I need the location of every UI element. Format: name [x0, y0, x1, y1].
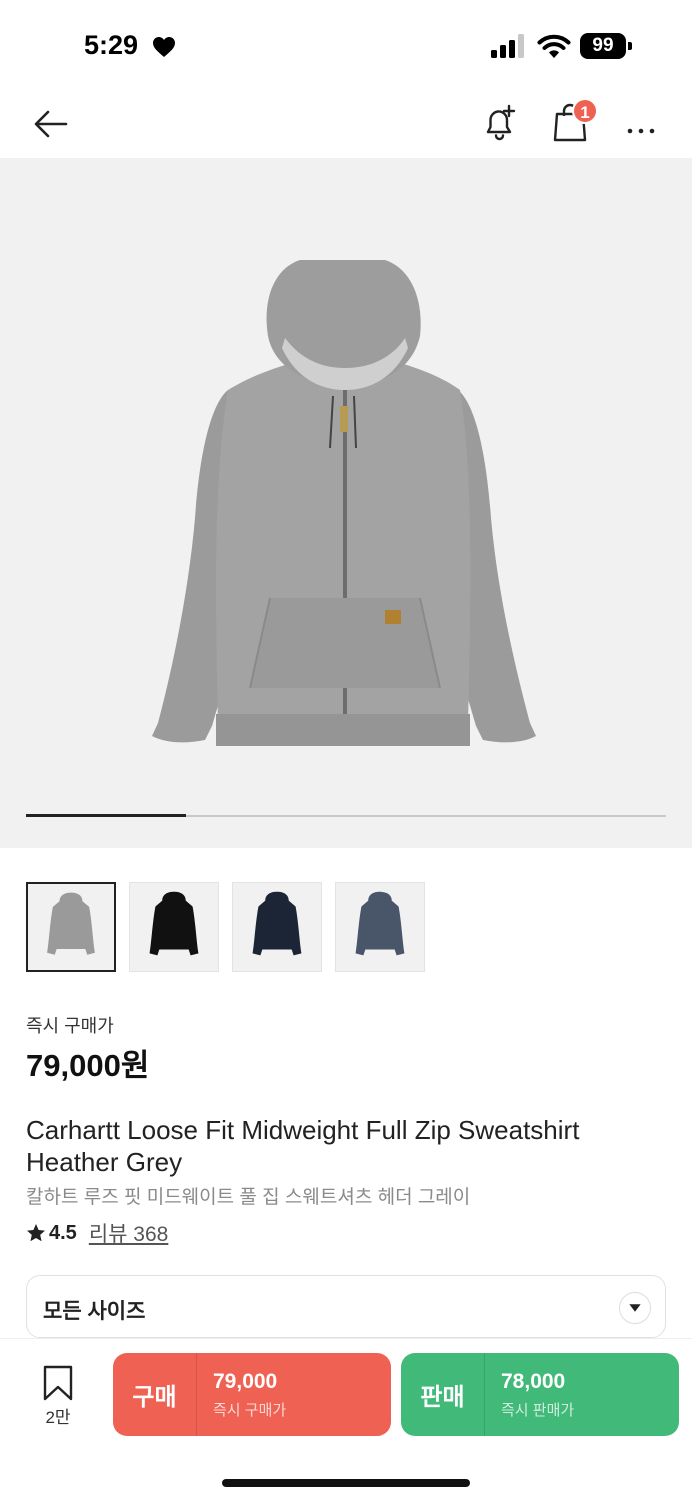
color-thumbnails — [26, 882, 425, 972]
bookmark-button[interactable]: 2만 — [38, 1365, 78, 1435]
gallery-progress-fill — [26, 814, 186, 817]
review-link[interactable]: 리뷰 368 — [89, 1218, 169, 1248]
cart-badge: 1 — [572, 98, 598, 124]
thumbnail-model-blue[interactable] — [335, 882, 425, 972]
bookmark-icon — [43, 1365, 73, 1401]
cart-button[interactable]: 1 — [550, 98, 598, 144]
hoodie-image — [152, 260, 536, 746]
battery-cap — [628, 42, 632, 50]
star-icon — [27, 1224, 45, 1242]
more-horizontal-icon[interactable] — [620, 102, 664, 146]
sell-label: 판매 — [420, 1384, 465, 1411]
battery-level: 99 — [580, 33, 626, 59]
size-select[interactable]: 모든 사이즈 — [26, 1275, 666, 1338]
thumbnail-heather-grey[interactable] — [26, 882, 116, 972]
back-arrow-icon[interactable] — [30, 102, 74, 146]
status-bar: 5:29 99 — [0, 0, 692, 92]
bell-plus-icon[interactable] — [478, 100, 522, 144]
price-label: 즉시 구매가 — [26, 1016, 114, 1036]
top-nav-bar: 1 — [0, 92, 692, 158]
buy-price: 79,000 — [213, 1370, 278, 1393]
rating-value: 4.5 — [49, 1221, 77, 1244]
rating-row: 4.5 리뷰 368 — [26, 1219, 168, 1247]
buy-label: 구매 — [132, 1384, 177, 1411]
bookmark-count: 2만 — [45, 1408, 71, 1427]
gallery-progress-track — [26, 814, 666, 817]
chevron-down-icon — [619, 1292, 651, 1324]
thumbnail-navy[interactable] — [232, 882, 322, 972]
buy-button[interactable]: 구매 79,000 즉시 구매가 — [113, 1353, 391, 1436]
home-indicator — [222, 1479, 470, 1487]
size-select-label: 모든 사이즈 — [43, 1300, 146, 1323]
signal-icon — [491, 34, 524, 58]
product-name-ko: 칼하트 루즈 핏 미드웨이트 풀 집 스웨트셔츠 헤더 그레이 — [26, 1187, 471, 1208]
product-image[interactable] — [0, 158, 692, 848]
battery-icon: 99 — [580, 33, 632, 59]
sell-price-label: 즉시 판매가 — [501, 1402, 575, 1419]
sell-price: 78,000 — [501, 1370, 566, 1393]
product-name-en: Carhartt Loose Fit Midweight Full Zip Sw… — [26, 1115, 580, 1177]
buy-divider — [196, 1353, 197, 1436]
buy-price-label: 즉시 구매가 — [213, 1402, 287, 1419]
thumbnail-black[interactable] — [129, 882, 219, 972]
status-time: 5:29 — [84, 30, 139, 60]
heart-icon — [153, 37, 175, 57]
bottom-action-bar: 2만 구매 79,000 즉시 구매가 판매 78,000 즉시 판매가 — [0, 1338, 692, 1500]
sell-button[interactable]: 판매 78,000 즉시 판매가 — [401, 1353, 679, 1436]
price-value: 79,000원 — [26, 1048, 150, 1083]
wifi-icon — [537, 34, 571, 58]
sell-divider — [484, 1353, 485, 1436]
